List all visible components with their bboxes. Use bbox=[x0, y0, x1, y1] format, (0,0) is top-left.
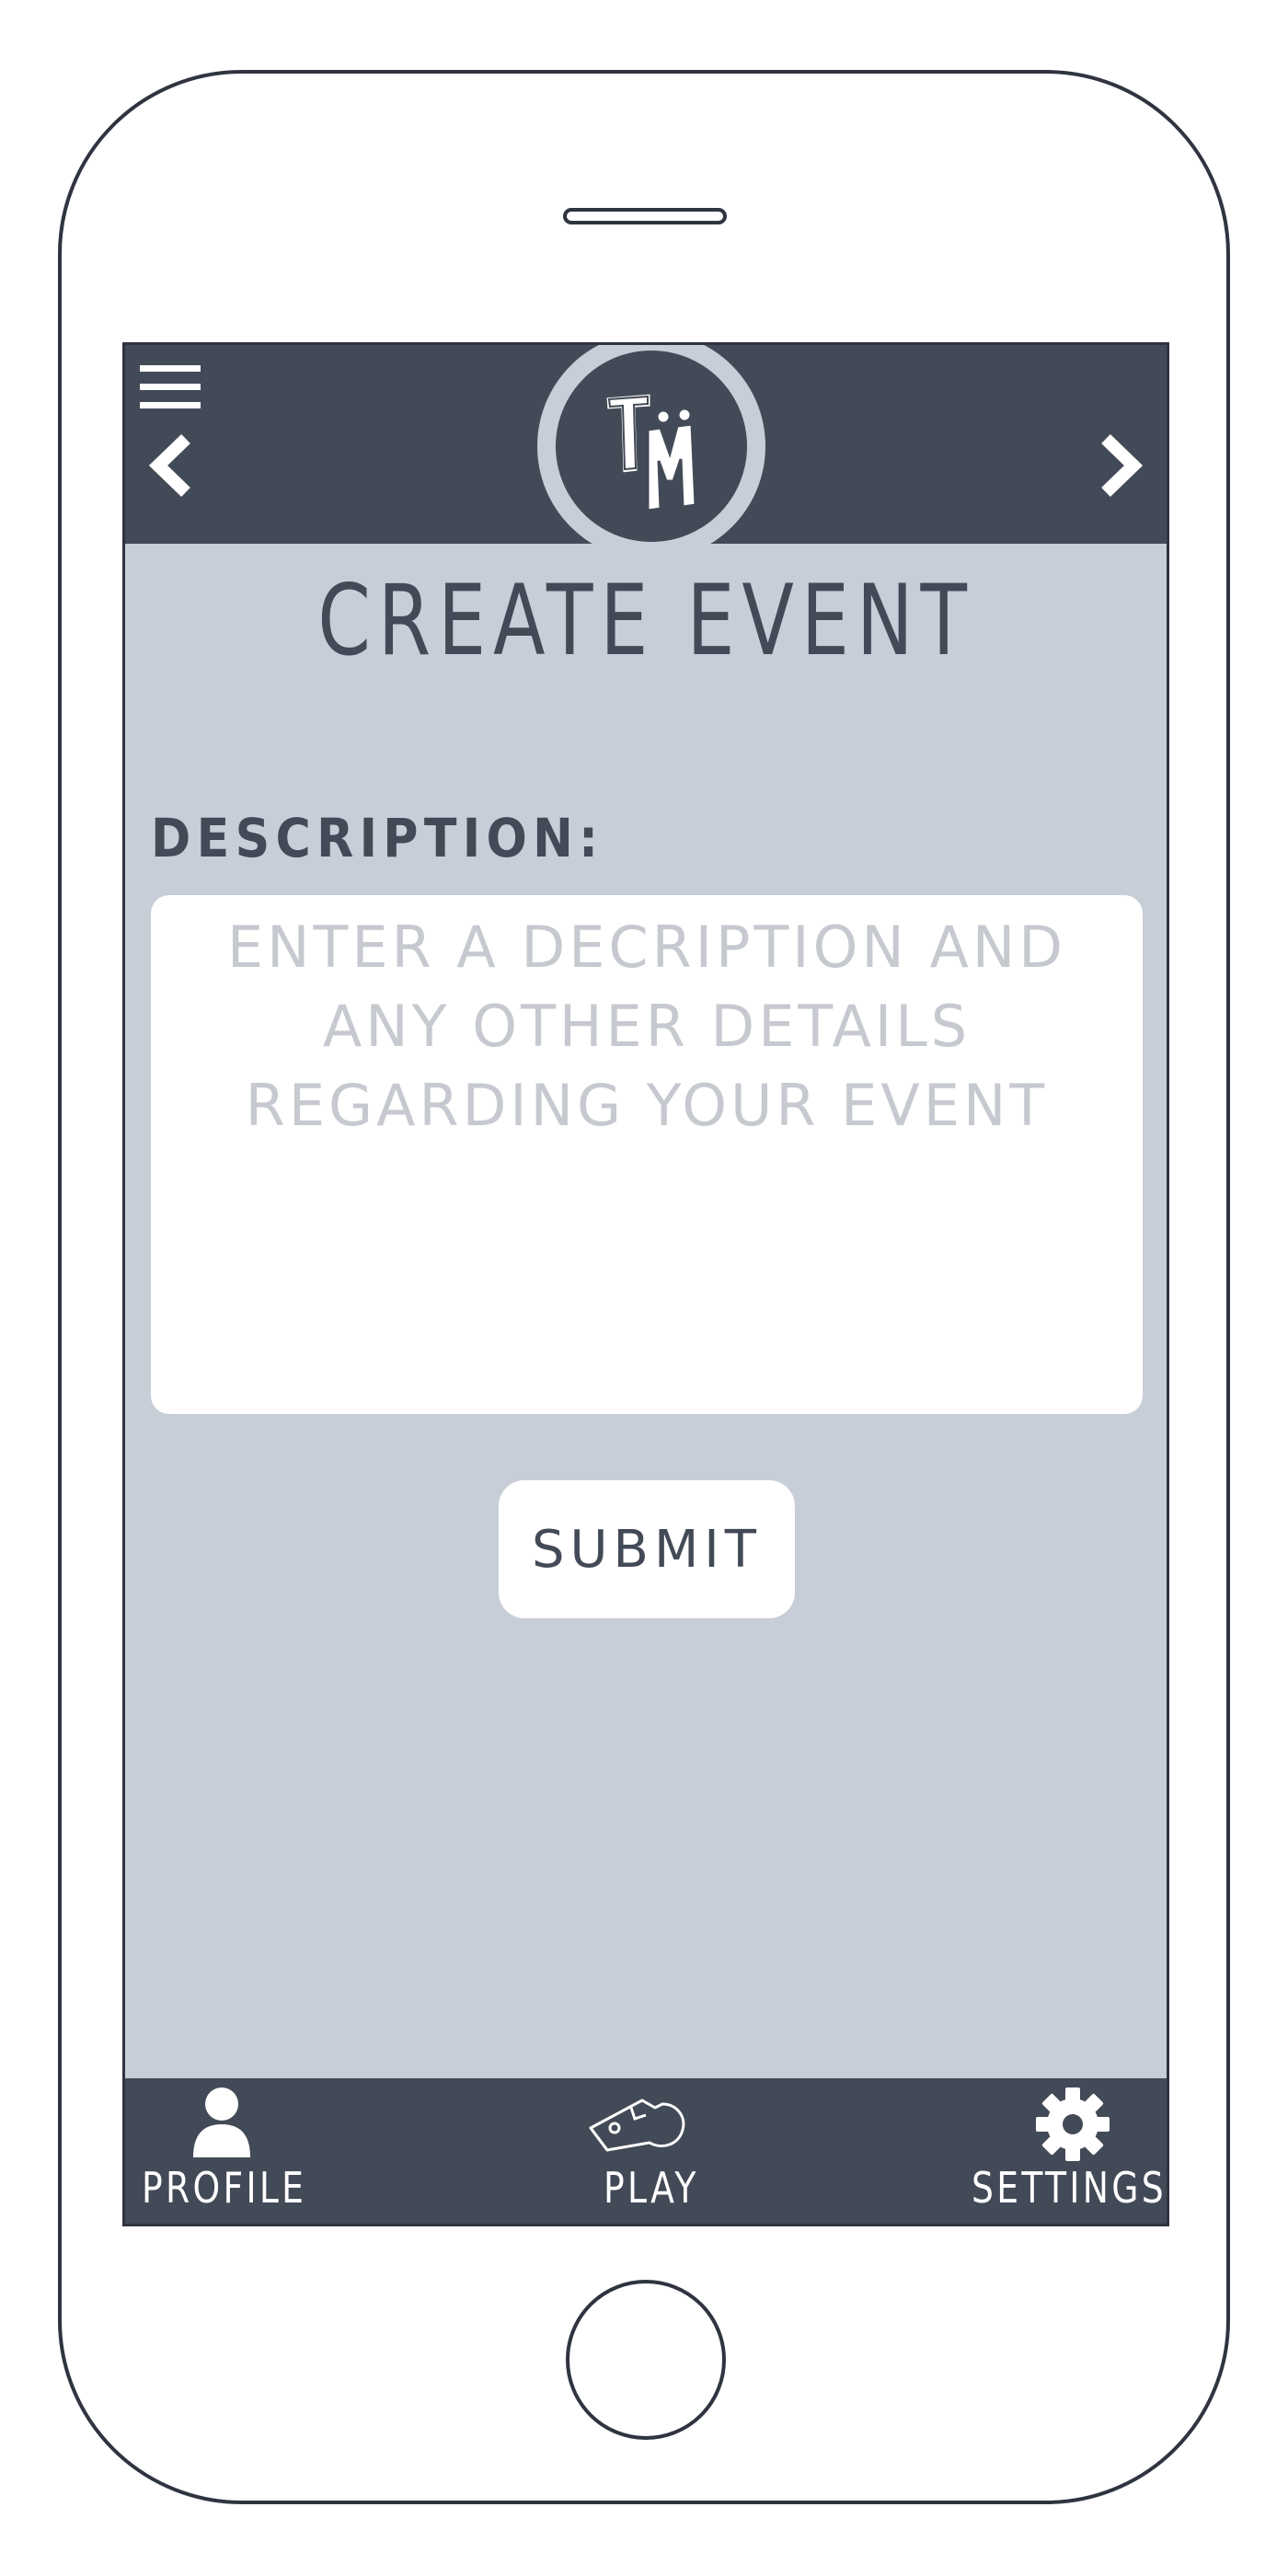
chevron-right-icon[interactable] bbox=[1093, 433, 1148, 498]
submit-button[interactable]: SUBMIT bbox=[499, 1480, 795, 1618]
logo-badge: TM bbox=[556, 351, 747, 542]
hamburger-menu-icon[interactable] bbox=[140, 365, 201, 411]
tab-play-label: PLAY bbox=[604, 2163, 699, 2213]
tab-settings[interactable]: SETTINGS bbox=[972, 2078, 1165, 2224]
logo-monogram bbox=[604, 391, 697, 512]
phone-speaker bbox=[563, 208, 727, 224]
page-title: CREATE EVENT bbox=[317, 564, 974, 677]
app-screen: TM CREATE EVENT DESCRIPTION: SUBMIT PROF… bbox=[122, 342, 1169, 2226]
app-logo[interactable]: TM bbox=[537, 345, 765, 560]
app-header: TM bbox=[125, 345, 1167, 560]
chevron-left-icon[interactable] bbox=[144, 433, 199, 498]
tab-profile[interactable]: PROFILE bbox=[142, 2078, 309, 2224]
tab-profile-label: PROFILE bbox=[142, 2163, 307, 2213]
person-icon bbox=[193, 2087, 250, 2157]
description-label: DESCRIPTION: bbox=[151, 807, 604, 869]
tab-settings-label: SETTINGS bbox=[972, 2163, 1167, 2213]
bottom-tab-bar: PROFILE PLAY SETTINGS bbox=[125, 2078, 1167, 2224]
home-button[interactable] bbox=[566, 2280, 726, 2440]
whistle-icon bbox=[589, 2099, 685, 2152]
tab-play[interactable]: PLAY bbox=[548, 2078, 732, 2224]
description-input[interactable] bbox=[151, 895, 1143, 1414]
gear-icon bbox=[1036, 2087, 1110, 2161]
